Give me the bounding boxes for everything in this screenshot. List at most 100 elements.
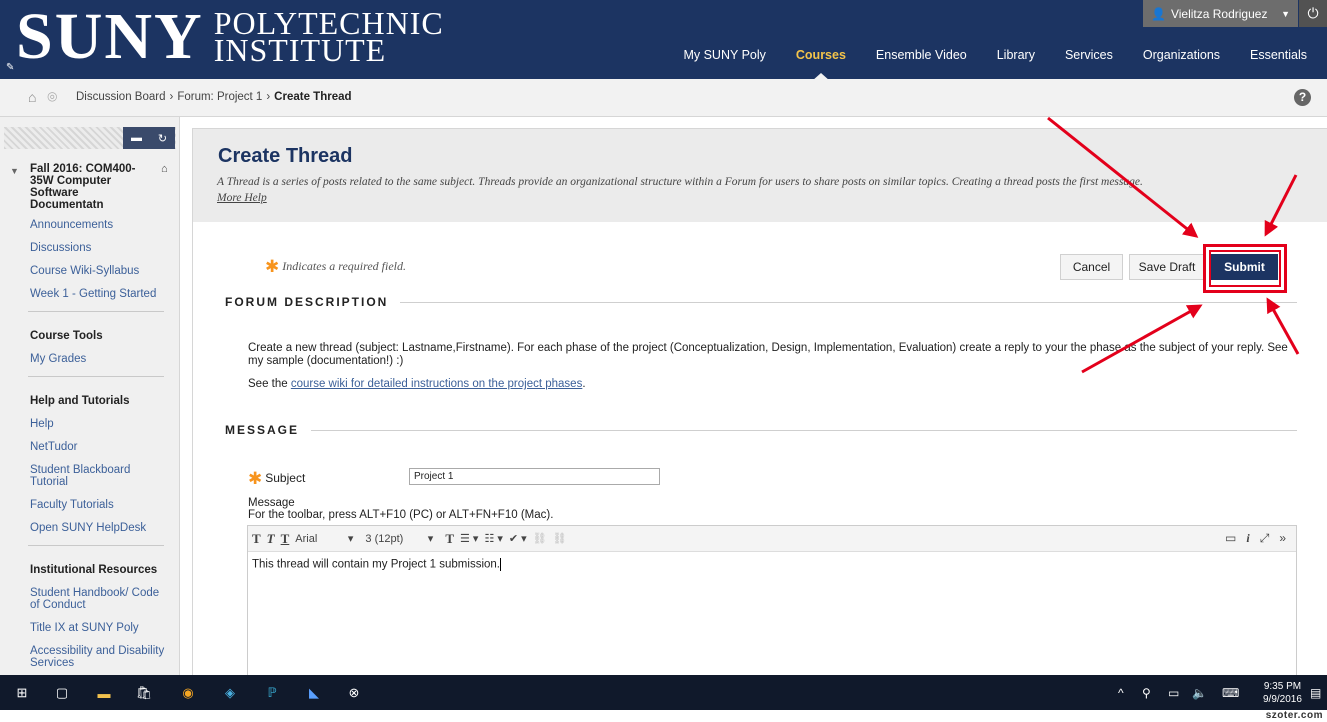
font-family-select[interactable]: Arial ▾ (295, 532, 353, 545)
text-style-bold-icon[interactable]: T (252, 531, 261, 547)
submit-button[interactable]: Submit (1211, 254, 1278, 280)
spellcheck-icon[interactable]: ✔ ▾ (509, 532, 527, 545)
unlink-icon[interactable]: ⛓ (553, 532, 567, 545)
sidebar-item-help[interactable]: Help (30, 418, 170, 430)
numbered-list-icon[interactable]: ☷ ▾ (484, 532, 502, 545)
bullet-list-icon[interactable]: ☰ ▾ (460, 532, 478, 545)
collapse-triangle-icon[interactable]: ▼ (10, 166, 30, 211)
clock-time: 9:35 PM (1263, 681, 1302, 692)
refresh-icon[interactable]: ↻ (158, 132, 167, 145)
forum-see-line: See the course wiki for detailed instruc… (248, 378, 586, 390)
breadcrumb-forum[interactable]: Forum: Project 1 (177, 91, 262, 103)
clock-date: 9/9/2016 (1263, 694, 1302, 705)
message-label: Message For the toolbar, press ALT+F10 (… (248, 497, 553, 521)
visual-studio-icon[interactable]: ◣ (304, 683, 324, 703)
home-icon[interactable]: ⌂ (28, 89, 36, 105)
user-icon: 👤 (1151, 6, 1166, 21)
nav-services[interactable]: Services (1065, 48, 1113, 62)
sidebar-item-week1[interactable]: Week 1 - Getting Started (30, 288, 170, 300)
windows-start-icon[interactable]: ⊞ (12, 683, 32, 703)
editor-toolbar: T T T Arial ▾ 3 (12pt) ▾ T ☰ ▾ ☷ ▾ ✔ ▾ ⛓… (248, 526, 1296, 552)
sidebar-item-my-grades[interactable]: My Grades (30, 353, 170, 365)
logo-line2: INSTITUTE (213, 32, 387, 68)
help-icon[interactable]: ? (1294, 89, 1311, 106)
preview-icon[interactable]: ▭ (1225, 531, 1236, 546)
page-description: A Thread is a series of posts related to… (217, 174, 1297, 206)
watermark: szoter.com (1265, 710, 1323, 721)
network-icon[interactable]: ⚲ (1142, 686, 1151, 700)
section-rule (400, 301, 1297, 303)
keyboard-icon[interactable]: ⌨ (1222, 686, 1239, 700)
course-title[interactable]: ▼ Fall 2016: COM400-35W Computer Softwar… (10, 163, 178, 211)
file-explorer-icon[interactable]: ▬ (94, 683, 114, 703)
text-style-underline-icon[interactable]: T (281, 531, 290, 547)
text-color-icon[interactable]: T (445, 531, 454, 547)
text-caret (500, 558, 501, 571)
breadcrumb-menu-icon[interactable]: ◎ (47, 89, 57, 103)
nav-courses[interactable]: Courses (796, 48, 846, 81)
sidebar-item-announcements[interactable]: Announcements (30, 219, 170, 231)
nav-organizations[interactable]: Organizations (1143, 48, 1220, 62)
nav-my-suny-poly[interactable]: My SUNY Poly (683, 48, 765, 62)
chrome-icon[interactable]: ◉ (178, 683, 198, 703)
text-style-italic-icon[interactable]: T (267, 531, 275, 547)
page-title-bar: Create Thread A Thread is a series of po… (193, 129, 1327, 222)
sidebar-item-helpdesk[interactable]: Open SUNY HelpDesk (30, 522, 170, 534)
more-help-link[interactable]: More Help (217, 192, 267, 204)
info-icon[interactable]: i (1246, 531, 1249, 546)
notifications-icon[interactable]: ▤ (1310, 686, 1321, 700)
sidebar-item-faculty-tutorials[interactable]: Faculty Tutorials (30, 499, 170, 511)
font-size-value: 3 (12pt) (365, 533, 404, 545)
xbox-icon[interactable]: ⊗ (344, 683, 364, 703)
message-editor: T T T Arial ▾ 3 (12pt) ▾ T ☰ ▾ ☷ ▾ ✔ ▾ ⛓… (247, 525, 1297, 685)
battery-icon[interactable]: ▭ (1168, 686, 1179, 700)
folder-view-icon[interactable]: ▬ (131, 132, 142, 144)
sidebar-item-nettudor[interactable]: NetTudor (30, 441, 170, 453)
p-app-icon[interactable]: ℙ (262, 683, 282, 703)
sidebar-divider (28, 376, 164, 377)
save-draft-button[interactable]: Save Draft (1129, 254, 1205, 280)
user-box[interactable]: 👤 Vielitza Rodriguez ▼ (1143, 0, 1298, 27)
required-star-icon: ✱ (265, 257, 280, 277)
sidebar-item-title-ix[interactable]: Title IX at SUNY Poly (30, 622, 170, 634)
subject-input[interactable]: Project 1 (409, 468, 660, 485)
message-label-text: Message (248, 497, 295, 509)
forum-see-suffix: . (582, 378, 586, 390)
sidebar-divider (28, 311, 164, 312)
breadcrumb-discussion-board[interactable]: Discussion Board (76, 91, 165, 103)
sidebar-item-course-wiki[interactable]: Course Wiki-Syllabus (30, 265, 170, 277)
task-view-icon[interactable]: ▢ (52, 683, 72, 703)
tray-chevron-icon[interactable]: ^ (1118, 686, 1124, 700)
sidebar-item-discussions[interactable]: Discussions (30, 242, 170, 254)
message-body-textarea[interactable]: This thread will contain my Project 1 su… (248, 552, 1296, 577)
system-clock[interactable]: 9:35 PM 9/9/2016 (1263, 680, 1302, 706)
nav-library[interactable]: Library (997, 48, 1035, 62)
edit-pencil-icon[interactable]: ✎ (6, 62, 14, 73)
app-icon[interactable]: ◈ (220, 683, 240, 703)
section-message: MESSAGE (225, 423, 1297, 437)
sidebar-heading-course-tools: Course Tools (30, 330, 103, 342)
section-message-title: MESSAGE (225, 423, 300, 437)
fullscreen-icon[interactable]: ⤢ (1260, 531, 1270, 546)
suny-poly-logo[interactable]: SUNY POLYTECHNIC INSTITUTE (16, 4, 444, 70)
page: SUNY POLYTECHNIC INSTITUTE ✎ 👤 Vielitza … (0, 0, 1327, 722)
course-home-icon[interactable]: ⌂ (161, 163, 168, 211)
course-menu-sidebar: ▬ ↻ ▼ Fall 2016: COM400-35W Computer Sof… (0, 117, 180, 675)
required-field-note: ✱ Indicates a required field. (265, 257, 406, 277)
sidebar-item-accessibility[interactable]: Accessibility and Disability Services (30, 645, 170, 669)
link-icon[interactable]: ⛓ (533, 532, 547, 545)
font-size-select[interactable]: 3 (12pt) ▾ (365, 532, 433, 545)
logo-suny: SUNY (16, 0, 204, 73)
sidebar-item-student-bb-tutorial[interactable]: Student Blackboard Tutorial (30, 464, 170, 488)
section-forum-title: FORUM DESCRIPTION (225, 295, 389, 309)
store-icon[interactable]: 🛍 (134, 683, 154, 703)
cancel-button[interactable]: Cancel (1060, 254, 1123, 280)
volume-icon[interactable]: 🔈 (1192, 686, 1207, 700)
power-icon[interactable]: ⏻ (1299, 0, 1327, 27)
nav-ensemble-video[interactable]: Ensemble Video (876, 48, 967, 62)
course-wiki-link[interactable]: course wiki for detailed instructions on… (291, 378, 583, 390)
nav-essentials[interactable]: Essentials (1250, 48, 1307, 62)
expand-toolbar-icon[interactable]: » (1279, 531, 1286, 546)
user-menu[interactable]: 👤 Vielitza Rodriguez ▼ ⏻ (1143, 0, 1327, 27)
sidebar-item-handbook[interactable]: Student Handbook/ Code of Conduct (30, 587, 170, 611)
